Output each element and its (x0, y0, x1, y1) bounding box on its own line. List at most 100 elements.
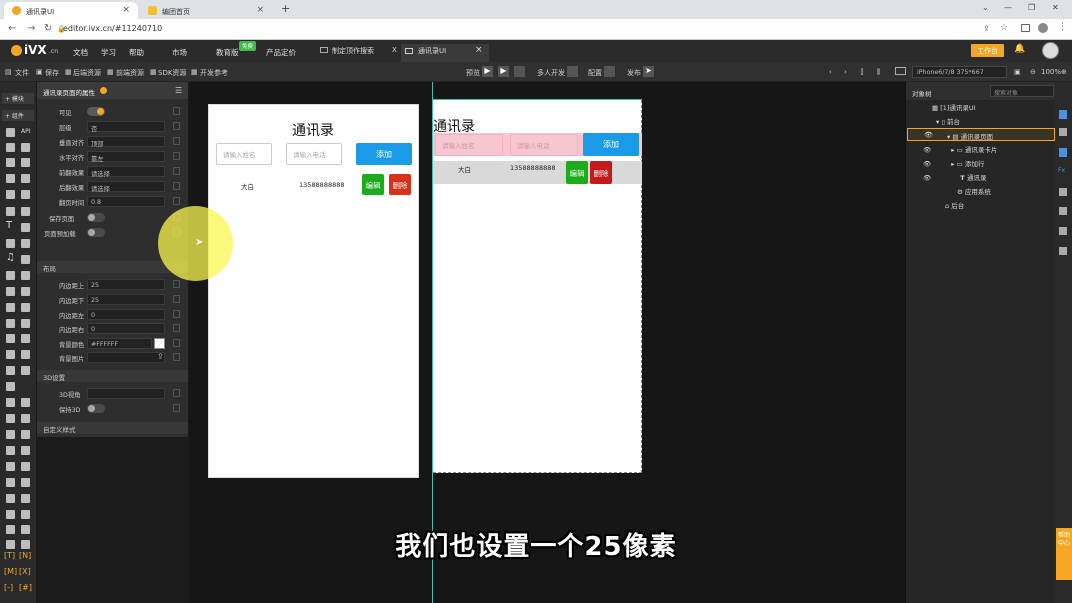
bracket-m-icon[interactable]: [M] (4, 567, 17, 576)
lock-icon[interactable] (173, 107, 180, 115)
3d-view-input[interactable] (87, 388, 165, 399)
layer-select[interactable]: 否 (87, 121, 165, 133)
name-input[interactable]: 请输入姓名 (216, 143, 272, 165)
edit-button[interactable]: 编辑 (362, 174, 384, 195)
help-icon[interactable] (100, 87, 107, 94)
tree-item-add-row[interactable]: 👁 ▸ ▭ 添加行 (923, 158, 984, 168)
resource-icon[interactable] (1059, 188, 1067, 196)
share-icon[interactable]: ⇪ (983, 24, 990, 33)
object-search-input[interactable]: 搜索对象 (990, 85, 1054, 97)
backend-resources-button[interactable]: 后端资源 (73, 68, 101, 78)
eye-icon[interactable]: 👁 (923, 160, 931, 168)
phone-preview-left[interactable]: 通讯录 请输入姓名 请输入电话 添加 大白 13588888888 编辑 删除 (208, 104, 419, 478)
pen-icon[interactable] (6, 239, 15, 248)
color-swatch[interactable] (154, 338, 165, 349)
minus-circle-icon[interactable] (21, 287, 30, 296)
device-select[interactable]: iPhone6/7/8 375*667 (912, 66, 1007, 78)
send-icon[interactable]: ➤ (643, 66, 654, 77)
file-button[interactable]: 文件 (15, 68, 29, 78)
align-icon[interactable]: ⫿ (861, 68, 863, 77)
bg-color-input[interactable]: #FFFFFF (87, 338, 152, 349)
user-avatar[interactable] (1042, 42, 1059, 59)
monitor-icon[interactable] (6, 510, 15, 519)
zoom-out-icon[interactable]: ⊖ (1030, 68, 1036, 76)
tab-modules[interactable]: + 模块 (2, 93, 34, 104)
calendar-icon[interactable] (21, 414, 30, 423)
window-icon[interactable] (21, 366, 30, 375)
link-icon[interactable] (21, 207, 30, 216)
save-page-toggle[interactable] (87, 213, 105, 222)
shapes-icon[interactable] (6, 143, 15, 152)
bracket-x-icon[interactable]: [X] (19, 567, 31, 576)
columns-icon[interactable] (21, 303, 30, 312)
menu-learn[interactable]: 学习 (101, 47, 116, 58)
play-device-icon[interactable]: ▶ (498, 66, 509, 77)
visible-toggle[interactable] (87, 107, 105, 116)
image-icon[interactable] (6, 207, 15, 216)
map-icon[interactable] (21, 239, 30, 248)
close-tab-icon[interactable]: × (122, 5, 130, 15)
edit-button[interactable]: 编辑 (566, 161, 588, 184)
browser-tab[interactable]: 编团首页 × (140, 2, 272, 19)
people-icon[interactable] (21, 510, 30, 519)
lock-icon[interactable] (173, 167, 180, 175)
tab-components[interactable]: + 组件 (2, 110, 34, 121)
page-time-input[interactable]: 0.8 (87, 196, 165, 207)
close-tab-icon[interactable]: × (256, 5, 264, 15)
dash-icon[interactable] (21, 350, 30, 359)
grid-icon[interactable] (21, 143, 30, 152)
save-button[interactable]: 保存 (45, 68, 59, 78)
tree-icon[interactable] (21, 398, 30, 407)
zoom-in-icon[interactable]: ⊕ (1061, 68, 1067, 76)
clock-icon[interactable] (6, 190, 15, 199)
bracket-grid-icon[interactable]: [#] (19, 583, 32, 592)
enter-effect-select[interactable]: 请选择 (87, 166, 165, 178)
info-icon[interactable] (1059, 110, 1067, 119)
video-icon[interactable] (21, 255, 30, 264)
layout-icon[interactable] (21, 190, 30, 199)
add-button[interactable]: 添加 (356, 143, 412, 165)
padding-top-input[interactable]: 25 (87, 279, 165, 290)
menu-pricing[interactable]: 产品定价 (266, 47, 296, 58)
crop-icon[interactable] (6, 494, 15, 503)
lock-icon[interactable] (173, 182, 180, 190)
bar-chart-icon[interactable] (6, 430, 15, 439)
lock-icon[interactable] (173, 152, 180, 160)
card-icon[interactable] (6, 303, 15, 312)
bracket-minus-icon[interactable]: [-] (4, 583, 13, 592)
menu-market[interactable]: 市场 (172, 47, 187, 58)
new-tab-button[interactable]: + (281, 2, 290, 15)
profile-avatar[interactable] (1038, 23, 1048, 33)
stepper-icon[interactable] (21, 334, 30, 343)
input-icon[interactable] (6, 271, 15, 280)
play-icon[interactable]: ▶ (482, 66, 493, 77)
bg-image-input[interactable] (87, 352, 165, 363)
back-arrow-icon[interactable]: ← (8, 23, 16, 34)
text-icon[interactable]: T (6, 220, 12, 231)
padding-bottom-input[interactable]: 25 (87, 294, 165, 305)
database-icon[interactable] (21, 158, 30, 167)
horizontal-align-select[interactable]: 靠左 (87, 151, 165, 163)
eye-icon[interactable]: 👁 (923, 174, 931, 182)
reload-icon[interactable]: ↻ (44, 23, 52, 34)
app-logo[interactable]: iVX (24, 43, 47, 57)
lock-icon[interactable] (173, 310, 180, 318)
multi-user-icon[interactable] (567, 66, 578, 77)
gear-icon[interactable] (6, 158, 15, 167)
database-icon[interactable] (1059, 227, 1067, 235)
forward-arrow-icon[interactable]: → (27, 23, 35, 34)
tree-item-frontend[interactable]: ▾ ▯ 前台 (936, 116, 960, 126)
table-icon[interactable] (21, 271, 30, 280)
upload-icon[interactable]: ⇪ (157, 352, 164, 361)
eye-icon[interactable]: 👁 (923, 146, 931, 154)
lock-icon[interactable] (173, 353, 180, 361)
menu-education[interactable]: 教育版 (216, 47, 239, 58)
divider-icon[interactable] (6, 350, 15, 359)
phone-preview-right[interactable]: 通讯录 请输入姓名 请输入电话 添加 大白 13588888888 编辑 删除 (433, 100, 642, 473)
sidebar-icon[interactable] (1021, 24, 1030, 32)
lock-icon[interactable] (173, 122, 180, 130)
editor-tab-active[interactable]: 通讯录UI × (401, 44, 489, 62)
matrix-icon[interactable] (21, 446, 30, 455)
add-button[interactable]: 添加 (583, 133, 639, 156)
timer-icon[interactable] (6, 478, 15, 487)
